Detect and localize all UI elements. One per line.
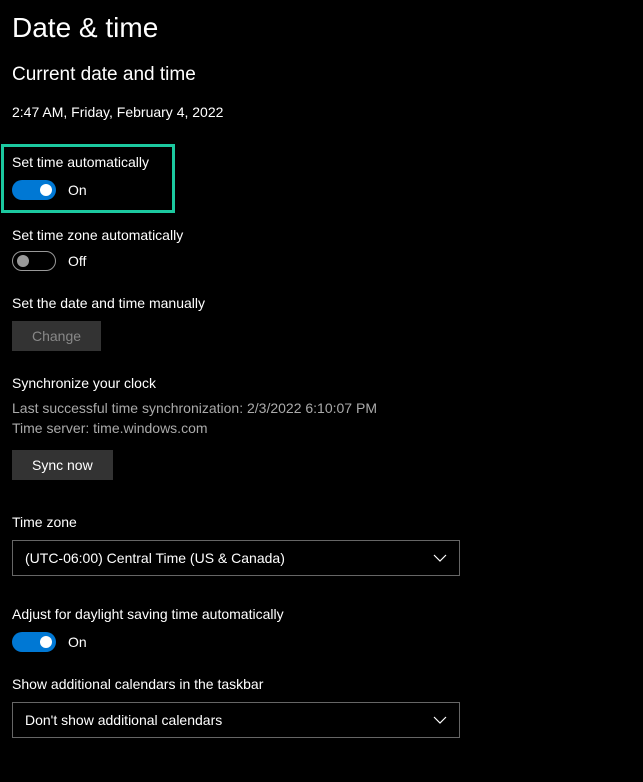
timezone-label: Time zone <box>12 514 631 530</box>
set-timezone-auto-group: Set time zone automatically Off <box>12 227 631 271</box>
sync-now-button[interactable]: Sync now <box>12 450 113 480</box>
manual-datetime-group: Set the date and time manually Change <box>12 295 631 351</box>
dst-label: Adjust for daylight saving time automati… <box>12 606 631 622</box>
dst-state: On <box>68 634 87 650</box>
set-timezone-auto-label: Set time zone automatically <box>12 227 631 243</box>
change-button[interactable]: Change <box>12 321 101 351</box>
additional-calendars-group: Show additional calendars in the taskbar… <box>12 676 631 738</box>
current-datetime-heading: Current date and time <box>12 64 631 86</box>
set-time-auto-label: Set time automatically <box>12 154 164 170</box>
dst-toggle[interactable] <box>12 632 56 652</box>
sync-group: Synchronize your clock Last successful t… <box>12 375 631 480</box>
sync-last-time: Last successful time synchronization: 2/… <box>12 399 631 419</box>
sync-server: Time server: time.windows.com <box>12 419 631 439</box>
chevron-down-icon <box>433 554 447 562</box>
set-time-auto-state: On <box>68 182 87 198</box>
timezone-dropdown[interactable]: (UTC-06:00) Central Time (US & Canada) <box>12 540 460 576</box>
dst-group: Adjust for daylight saving time automati… <box>12 606 631 652</box>
additional-calendars-value: Don't show additional calendars <box>25 712 222 728</box>
chevron-down-icon <box>433 716 447 724</box>
set-time-auto-group: Set time automatically On <box>1 144 175 213</box>
manual-datetime-label: Set the date and time manually <box>12 295 631 311</box>
datetime-display: 2:47 AM, Friday, February 4, 2022 <box>12 104 631 120</box>
page-title: Date & time <box>12 12 631 44</box>
timezone-value: (UTC-06:00) Central Time (US & Canada) <box>25 550 285 566</box>
additional-calendars-dropdown[interactable]: Don't show additional calendars <box>12 702 460 738</box>
sync-heading: Synchronize your clock <box>12 375 631 391</box>
additional-calendars-label: Show additional calendars in the taskbar <box>12 676 631 692</box>
set-timezone-auto-state: Off <box>68 253 86 269</box>
set-timezone-auto-toggle[interactable] <box>12 251 56 271</box>
set-time-auto-toggle[interactable] <box>12 180 56 200</box>
timezone-group: Time zone (UTC-06:00) Central Time (US &… <box>12 514 631 576</box>
